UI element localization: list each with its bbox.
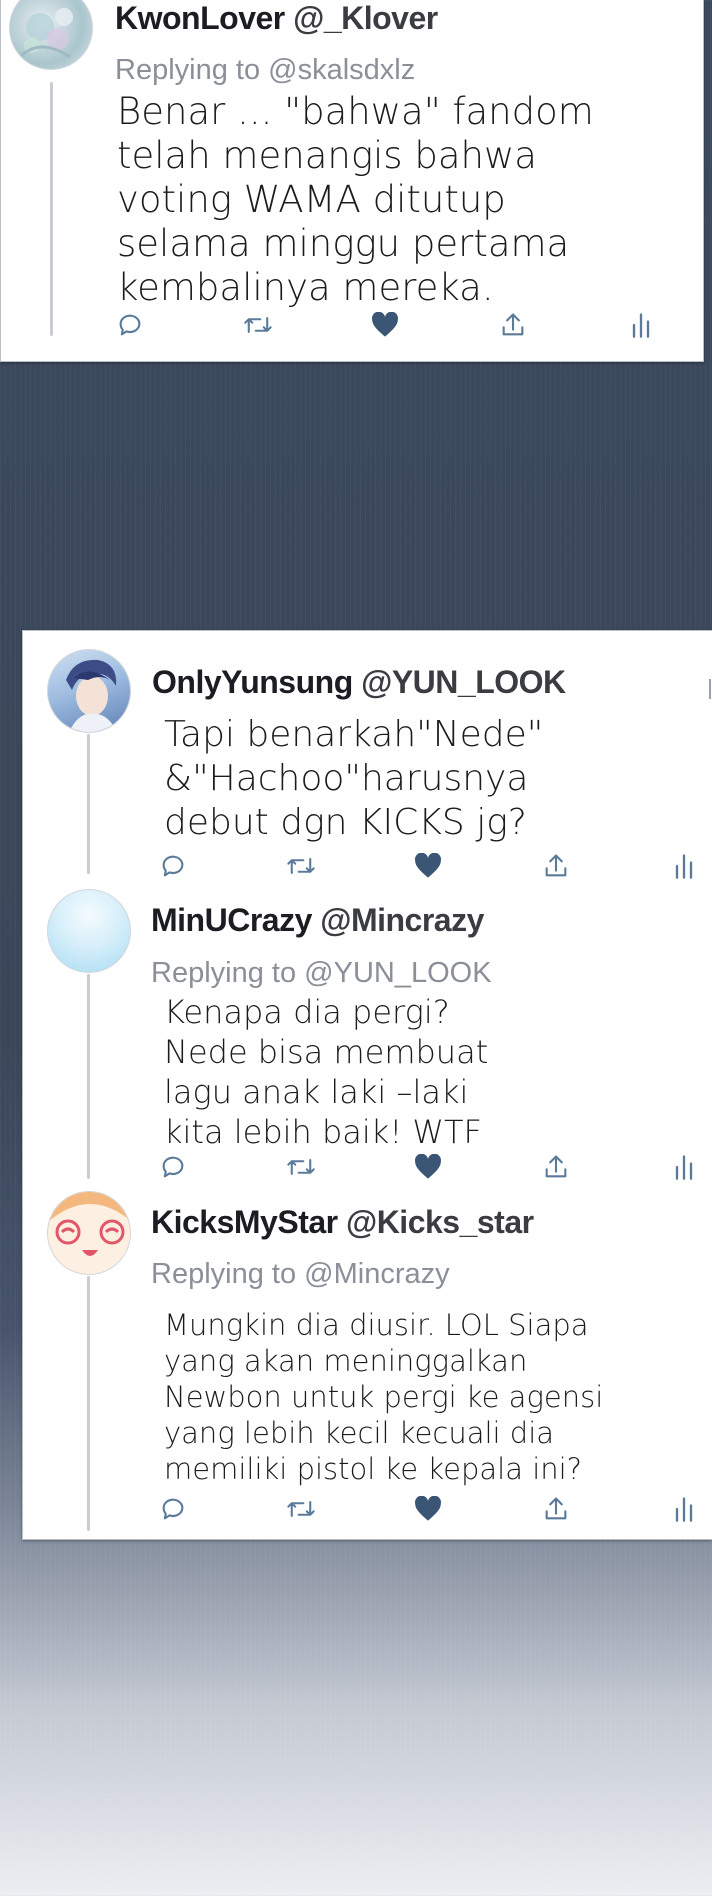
analytics-button[interactable] (667, 849, 701, 883)
analytics-icon (672, 1153, 696, 1181)
tweet-card-top: KwonLover @_Klover Replying to @skalsdxl… (0, 0, 704, 362)
tweet-kwonlover: KwonLover @_Klover Replying to @skalsdxl… (1, 0, 703, 362)
like-button[interactable] (411, 849, 445, 883)
tweet-text: Benar ... "bahwa" fandom telah menangis … (117, 90, 594, 309)
retweet-button[interactable] (284, 1492, 318, 1526)
share-button[interactable] (539, 1492, 573, 1526)
reply-button[interactable] (113, 308, 147, 342)
avatar[interactable] (47, 1191, 131, 1275)
user-handle[interactable]: @YUN_LOOK (361, 664, 566, 700)
tweet-actions (156, 849, 712, 883)
tweet-text: Tapi benarkah"Nede" &"Hachoo"harusnya de… (164, 714, 544, 843)
user-handle[interactable]: @Mincrazy (320, 902, 484, 938)
avatar[interactable] (47, 649, 131, 733)
display-name[interactable]: MinUCrazy @Mincrazy (151, 902, 484, 939)
tweet-actions (156, 1150, 712, 1184)
analytics-icon (672, 852, 696, 880)
retweet-icon (286, 1153, 316, 1181)
retweet-icon (286, 852, 316, 880)
tweet-text: Kenapa dia pergi? Nede bisa membuat lagu… (164, 993, 489, 1151)
thread-line (87, 1276, 90, 1531)
analytics-icon (672, 1495, 696, 1523)
analytics-button[interactable] (624, 308, 658, 342)
display-name[interactable]: KicksMyStar @Kicks_star (151, 1204, 534, 1241)
user-name[interactable]: KwonLover (115, 0, 285, 36)
tweet-card-thread: OnlyYunsung @YUN_LOOK Tapi benarkah"Nede… (22, 630, 712, 1540)
like-button[interactable] (368, 308, 402, 342)
tweet-onlyyunsung: OnlyYunsung @YUN_LOOK Tapi benarkah"Nede… (23, 631, 712, 879)
like-icon (371, 312, 399, 338)
avatar[interactable] (9, 0, 93, 70)
avatar[interactable] (47, 889, 131, 973)
like-icon (414, 853, 442, 879)
replying-to-handle[interactable]: @YUN_LOOK (304, 957, 491, 989)
user-handle[interactable]: @Kicks_star (346, 1204, 534, 1240)
replying-to-handle[interactable]: @Mincrazy (304, 1258, 449, 1290)
like-icon (414, 1496, 442, 1522)
analytics-icon (629, 311, 653, 339)
reply-icon (116, 311, 144, 339)
like-button[interactable] (411, 1150, 445, 1184)
reply-button[interactable] (156, 1150, 190, 1184)
share-button[interactable] (496, 308, 530, 342)
user-name[interactable]: MinUCrazy (151, 902, 312, 938)
share-icon (542, 852, 570, 880)
display-name[interactable]: OnlyYunsung @YUN_LOOK (152, 664, 566, 701)
thread-line (87, 734, 90, 874)
share-button[interactable] (539, 1150, 573, 1184)
retweet-icon (286, 1495, 316, 1523)
reply-icon (159, 1153, 187, 1181)
tweet-text: Mungkin dia diusir. LOL Siapa yang akan … (164, 1308, 604, 1486)
retweet-button[interactable] (284, 1150, 318, 1184)
like-icon (414, 1154, 442, 1180)
reply-icon (159, 852, 187, 880)
retweet-button[interactable] (241, 308, 275, 342)
user-name[interactable]: OnlyYunsung (152, 664, 353, 700)
analytics-button[interactable] (667, 1492, 701, 1526)
reply-icon (159, 1495, 187, 1523)
user-handle[interactable]: @_Klover (293, 0, 438, 36)
user-name[interactable]: KicksMyStar (151, 1204, 338, 1240)
replying-to: Replying to @skalsdxlz (115, 54, 415, 87)
share-icon (542, 1495, 570, 1523)
replying-to-handle[interactable]: @skalsdxlz (268, 54, 415, 86)
reply-button[interactable] (156, 849, 190, 883)
thread-line (87, 974, 90, 1179)
replying-label: Replying to (151, 957, 297, 989)
share-icon (542, 1153, 570, 1181)
replying-to: Replying to @YUN_LOOK (151, 957, 492, 990)
replying-label: Replying to (115, 54, 261, 86)
display-name[interactable]: KwonLover @_Klover (115, 0, 438, 37)
tweet-kicksmystar: KicksMyStar @Kicks_star Replying to @Min… (23, 1186, 712, 1541)
share-button[interactable] (539, 849, 573, 883)
replying-label: Replying to (151, 1258, 297, 1290)
share-icon (499, 311, 527, 339)
replying-to: Replying to @Mincrazy (151, 1258, 450, 1291)
analytics-button[interactable] (667, 1150, 701, 1184)
retweet-icon (243, 311, 273, 339)
thread-line (50, 82, 53, 336)
reply-button[interactable] (156, 1492, 190, 1526)
retweet-button[interactable] (284, 849, 318, 883)
tweet-actions (156, 1492, 712, 1526)
like-button[interactable] (411, 1492, 445, 1526)
tweet-actions (113, 308, 673, 342)
tweet-minucrazy: MinUCrazy @Mincrazy Replying to @YUN_LOO… (23, 886, 712, 1186)
